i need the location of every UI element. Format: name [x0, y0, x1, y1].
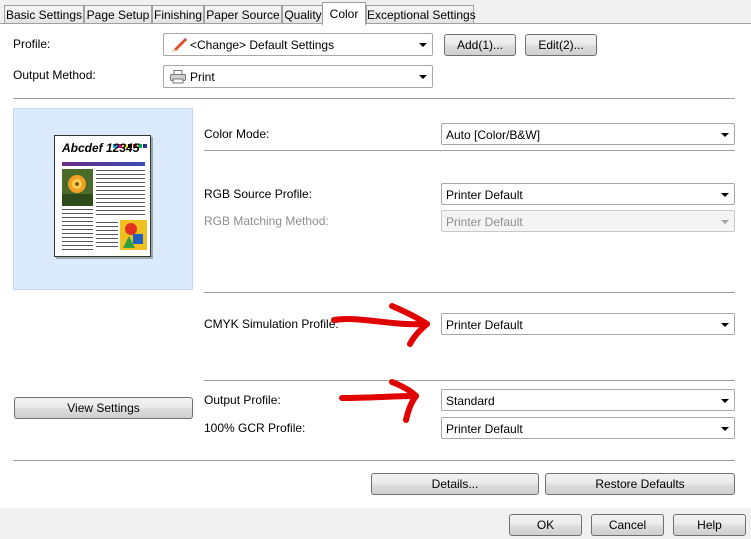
gcr-profile-value: Printer Default — [446, 422, 523, 436]
tab-paper-source[interactable]: Paper Source — [204, 5, 282, 24]
cmyk-simulation-profile-value: Printer Default — [446, 318, 523, 332]
profile-select[interactable]: <Change> Default Settings — [163, 33, 433, 56]
rgb-source-profile-select[interactable]: Printer Default — [441, 183, 735, 205]
ok-button[interactable]: OK — [509, 514, 582, 536]
shapes-image — [120, 220, 147, 250]
divider — [204, 380, 735, 381]
preview-title-bar — [62, 162, 145, 166]
details-button[interactable]: Details... — [371, 473, 539, 495]
chevron-down-icon — [419, 75, 427, 79]
divider — [13, 98, 735, 99]
restore-defaults-button[interactable]: Restore Defaults — [545, 473, 735, 495]
divider — [13, 460, 735, 461]
flower-image — [62, 169, 93, 206]
output-profile-select[interactable]: Standard — [441, 389, 735, 411]
output-profile-value: Standard — [446, 394, 495, 408]
tab-basic-settings[interactable]: Basic Settings — [4, 5, 84, 24]
tab-strip: Basic Settings Page Setup Finishing Pape… — [0, 0, 751, 25]
output-profile-label: Output Profile: — [204, 393, 281, 407]
page-preview-thumbnail: Abcdef 12345 — [54, 135, 151, 257]
annotation-arrow-cmyk — [331, 303, 430, 347]
annotation-arrow-output — [339, 379, 419, 423]
chevron-down-icon — [721, 193, 729, 197]
color-mode-label: Color Mode: — [204, 127, 270, 141]
rgb-matching-method-value: Printer Default — [446, 215, 523, 229]
chevron-down-icon — [419, 43, 427, 47]
cmyk-simulation-profile-select[interactable]: Printer Default — [441, 313, 735, 335]
chevron-down-icon — [721, 427, 729, 431]
rgb-matching-method-label: RGB Matching Method: — [204, 214, 329, 228]
view-settings-button[interactable]: View Settings — [14, 397, 193, 419]
cmyk-simulation-profile-label: CMYK Simulation Profile: — [204, 317, 339, 331]
tab-finishing[interactable]: Finishing — [152, 5, 204, 24]
profile-value: <Change> Default Settings — [190, 38, 335, 52]
chevron-down-icon — [721, 399, 729, 403]
tab-exceptional-settings[interactable]: Exceptional Settings — [366, 5, 476, 24]
chevron-down-icon — [721, 133, 729, 137]
output-method-value: Print — [190, 70, 215, 84]
chevron-down-icon — [721, 323, 729, 327]
rgb-matching-method-select: Printer Default — [441, 210, 735, 232]
printer-icon — [170, 70, 186, 87]
divider — [204, 150, 735, 151]
color-mode-select[interactable]: Auto [Color/B&W] — [441, 123, 735, 145]
output-method-select[interactable]: Print — [163, 65, 433, 88]
gcr-profile-label: 100% GCR Profile: — [204, 421, 306, 435]
rgb-source-profile-label: RGB Source Profile: — [204, 187, 313, 201]
color-mode-value: Auto [Color/B&W] — [446, 128, 541, 142]
divider — [204, 292, 735, 293]
chevron-down-icon — [721, 220, 729, 224]
text-lines — [96, 222, 118, 250]
help-button[interactable]: Help — [673, 514, 746, 536]
tab-quality[interactable]: Quality — [282, 5, 324, 24]
tab-page-setup[interactable]: Page Setup — [84, 5, 152, 24]
text-lines — [96, 170, 145, 218]
tab-color[interactable]: Color — [322, 2, 366, 25]
text-lines — [62, 209, 93, 250]
cancel-button[interactable]: Cancel — [591, 514, 664, 536]
profile-label: Profile: — [13, 37, 51, 51]
pencil-icon — [171, 36, 187, 55]
preview-title: Abcdef 12345 — [62, 141, 140, 155]
edit-profile-button[interactable]: Edit(2)... — [525, 34, 597, 56]
gcr-profile-select[interactable]: Printer Default — [441, 417, 735, 439]
rgb-source-profile-value: Printer Default — [446, 188, 523, 202]
output-method-label: Output Method: — [13, 68, 96, 82]
add-profile-button[interactable]: Add(1)... — [444, 34, 516, 56]
